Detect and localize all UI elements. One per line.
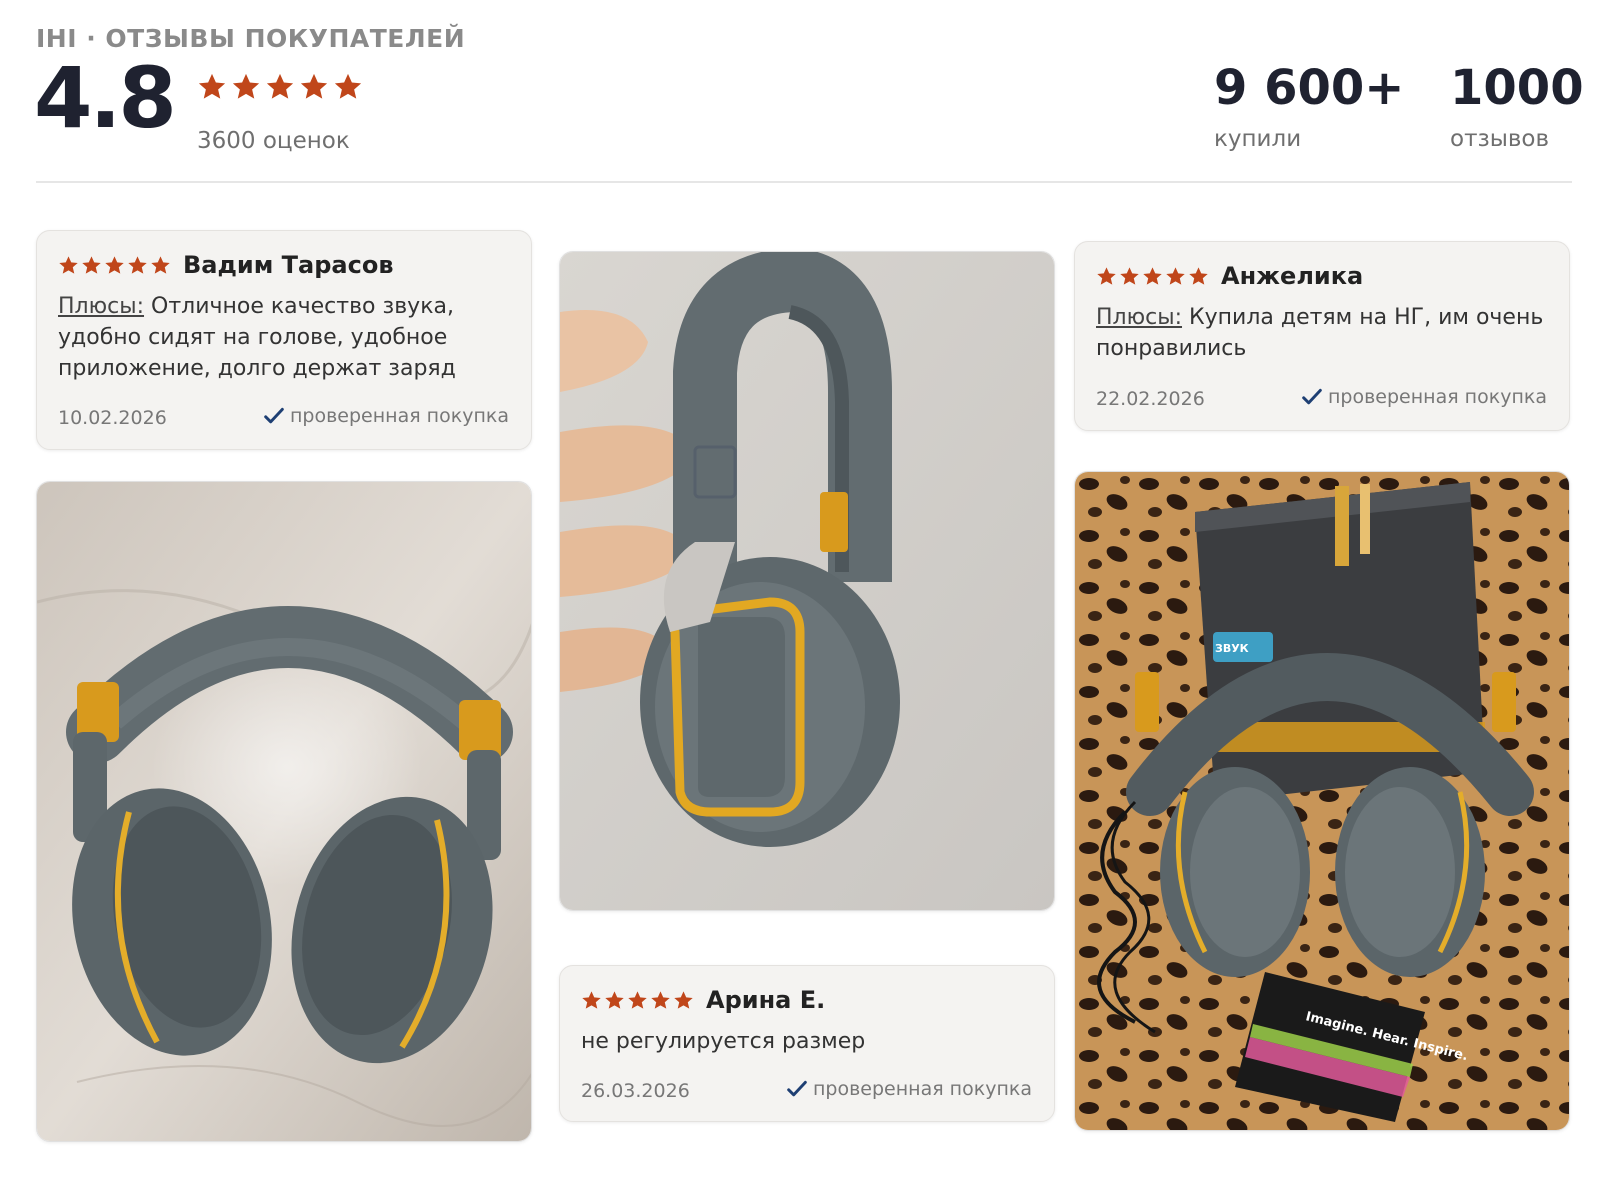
- check-icon: [264, 407, 284, 424]
- reviews-label: отзывов: [1450, 126, 1550, 152]
- star-icon: [128, 255, 147, 274]
- headphones-image: ЗВУК Imagine. Hear. Inspire.: [1075, 472, 1569, 1130]
- star-icon: [582, 990, 601, 1009]
- review-photo-1[interactable]: [36, 481, 532, 1142]
- reviews-stat: 1000 отзывов: [1450, 64, 1584, 152]
- bought-value: 9 600+: [1214, 60, 1405, 116]
- review-photo-3[interactable]: ЗВУК Imagine. Hear. Inspire.: [1074, 471, 1570, 1131]
- bought-label: купили: [1214, 126, 1302, 152]
- review-date: 26.03.2026: [581, 1080, 690, 1102]
- review-author: Анжелика: [1221, 262, 1364, 290]
- star-icon: [105, 255, 124, 274]
- verified-purchase: проверенная покупка: [264, 405, 509, 427]
- review-card[interactable]: Арина Е. не регулируется размер 26.03.20…: [559, 965, 1055, 1122]
- review-stars: [581, 990, 694, 1011]
- review-date: 22.02.2026: [1096, 388, 1205, 410]
- review-header: Вадим Тарасов: [58, 251, 394, 279]
- star-icon: [1189, 266, 1208, 285]
- star-icon: [59, 255, 78, 274]
- review-header: Арина Е.: [581, 986, 825, 1014]
- review-author: Вадим Тарасов: [183, 251, 394, 279]
- star-icon: [605, 990, 624, 1009]
- average-rating: 4.8: [34, 49, 177, 147]
- headphones-image: [37, 482, 531, 1141]
- box-label-text: ЗВУК: [1215, 642, 1249, 655]
- star-icon: [232, 73, 260, 99]
- star-icon: [151, 255, 170, 274]
- check-icon: [787, 1080, 807, 1097]
- review-date: 10.02.2026: [58, 407, 167, 429]
- review-body: не регулируется размер: [581, 1029, 866, 1054]
- headphones-image: [560, 252, 1054, 910]
- bought-stat: 9 600+ купили: [1214, 64, 1405, 152]
- verified-label: проверенная покупка: [812, 1078, 1032, 1100]
- ratings-count: 3600 оценок: [197, 128, 350, 154]
- review-stars: [58, 255, 171, 276]
- star-icon: [1097, 266, 1116, 285]
- verified-purchase: проверенная покупка: [787, 1078, 1032, 1100]
- star-icon: [1166, 266, 1185, 285]
- review-header: Анжелика: [1096, 262, 1363, 290]
- reviews-value: 1000: [1450, 60, 1584, 116]
- star-icon: [82, 255, 101, 274]
- average-rating-stars: [197, 72, 363, 102]
- review-author: Арина Е.: [706, 986, 826, 1014]
- review-photo-2[interactable]: [559, 251, 1055, 911]
- review-text: Плюсы: Отличное качество звука, удобно с…: [58, 291, 513, 384]
- star-icon: [266, 73, 294, 99]
- star-icon: [1120, 266, 1139, 285]
- pros-label: Плюсы:: [1096, 305, 1183, 330]
- review-stars: [1096, 266, 1209, 287]
- check-icon: [1302, 388, 1322, 405]
- star-icon: [300, 73, 328, 99]
- verified-label: проверенная покупка: [289, 405, 509, 427]
- pros-label: Плюсы:: [58, 294, 145, 319]
- star-icon: [651, 990, 670, 1009]
- review-text: Плюсы: Купила детям на НГ, им очень понр…: [1096, 302, 1551, 364]
- review-text: не регулируется размер: [581, 1026, 1036, 1057]
- star-icon: [628, 990, 647, 1009]
- star-icon: [334, 73, 362, 99]
- header-divider: [36, 181, 1572, 183]
- verified-purchase: проверенная покупка: [1302, 386, 1547, 408]
- star-icon: [674, 990, 693, 1009]
- verified-label: проверенная покупка: [1327, 386, 1547, 408]
- review-card[interactable]: Анжелика Плюсы: Купила детям на НГ, им о…: [1074, 241, 1570, 431]
- review-card[interactable]: Вадим Тарасов Плюсы: Отличное качество з…: [36, 230, 532, 450]
- star-icon: [1143, 266, 1162, 285]
- star-icon: [198, 73, 226, 99]
